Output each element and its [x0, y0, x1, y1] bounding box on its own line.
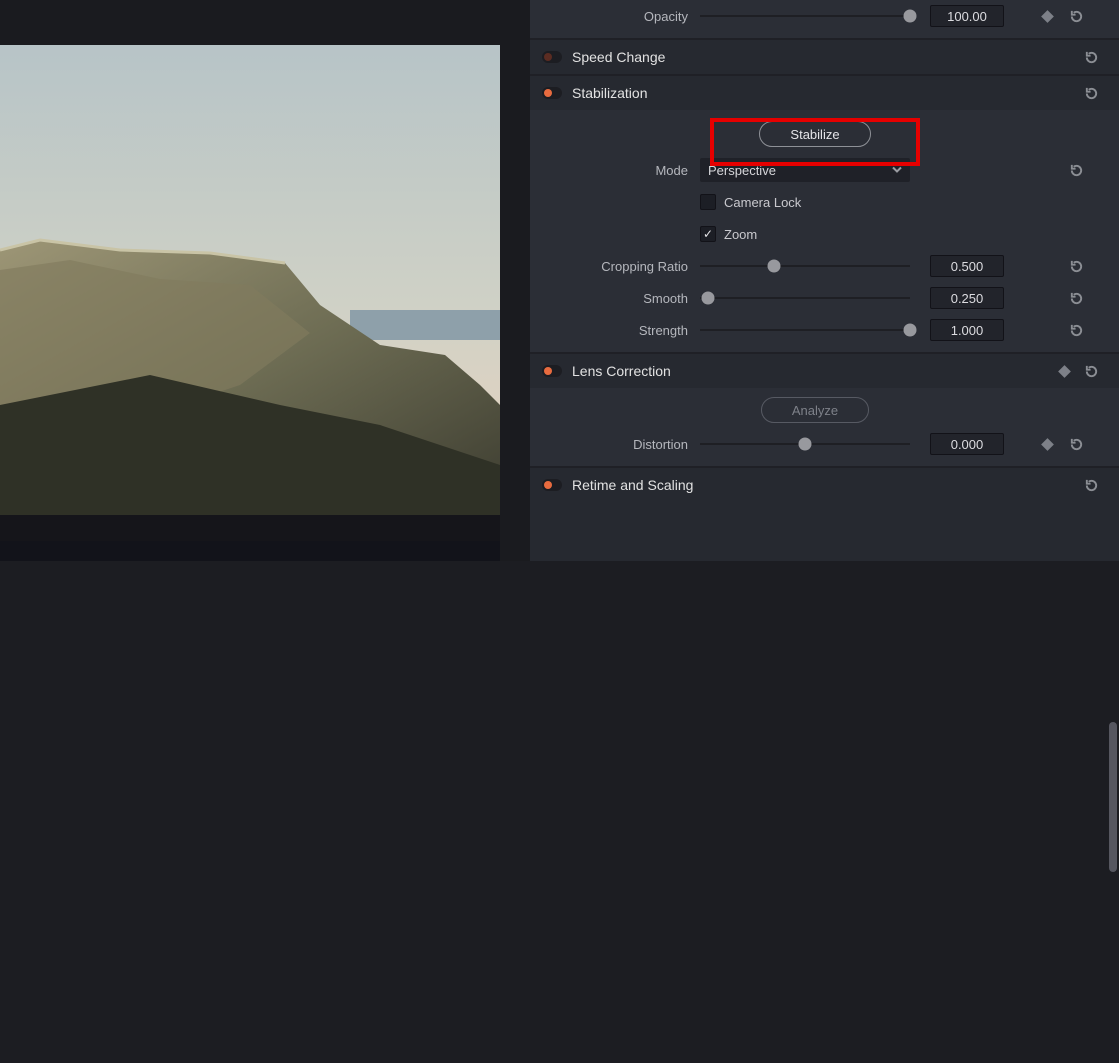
distortion-label: Distortion	[530, 437, 700, 452]
mode-dropdown[interactable]: Perspective	[700, 158, 910, 182]
keyframe-icon[interactable]	[1041, 438, 1054, 451]
stabilize-button[interactable]: Stabilize	[759, 121, 870, 147]
retime-scaling-header[interactable]: Retime and Scaling	[530, 468, 1119, 502]
viewer-bottom-bar	[0, 541, 500, 561]
mode-row: Mode Perspective	[530, 154, 1119, 186]
reset-icon[interactable]	[1083, 477, 1099, 493]
reset-icon[interactable]	[1083, 363, 1099, 379]
smooth-label: Smooth	[530, 291, 700, 306]
mode-label: Mode	[530, 163, 700, 178]
viewer-column	[0, 0, 500, 561]
speed-change-title: Speed Change	[572, 49, 665, 65]
strength-label: Strength	[530, 323, 700, 338]
reset-icon[interactable]	[1068, 162, 1084, 178]
lens-correction-title: Lens Correction	[572, 363, 671, 379]
zoom-label: Zoom	[724, 227, 757, 242]
cropping-slider[interactable]	[700, 256, 910, 276]
retime-scaling-title: Retime and Scaling	[572, 477, 693, 493]
scrollbar-thumb[interactable]	[1109, 722, 1117, 872]
section-speed-change: Speed Change	[530, 40, 1119, 74]
opacity-label: Opacity	[530, 9, 700, 24]
strength-row: Strength 1.000	[530, 314, 1119, 346]
retime-scaling-toggle[interactable]	[542, 479, 562, 491]
mode-value: Perspective	[708, 163, 776, 178]
lens-correction-toggle[interactable]	[542, 365, 562, 377]
lens-correction-header[interactable]: Lens Correction	[530, 354, 1119, 388]
zoom-row: Zoom	[530, 218, 1119, 250]
cropping-value[interactable]: 0.500	[930, 255, 1004, 277]
keyframe-icon[interactable]	[1058, 365, 1071, 378]
stabilization-title: Stabilization	[572, 85, 648, 101]
stabilization-header[interactable]: Stabilization	[530, 76, 1119, 110]
inspector-panel: Opacity 100.00 Speed Change	[530, 0, 1119, 561]
cropping-label: Cropping Ratio	[530, 259, 700, 274]
inspector-scrollbar[interactable]	[1109, 502, 1117, 1063]
viewer-preview[interactable]	[0, 45, 500, 515]
zoom-checkbox[interactable]	[700, 226, 716, 242]
viewer-top-bar	[0, 0, 500, 45]
reset-icon[interactable]	[1068, 258, 1084, 274]
preview-image-placeholder	[0, 45, 500, 515]
smooth-row: Smooth 0.250	[530, 282, 1119, 314]
reset-icon[interactable]	[1083, 49, 1099, 65]
analyze-button[interactable]: Analyze	[761, 397, 869, 423]
section-lens-correction: Lens Correction Analyze Distortion	[530, 354, 1119, 466]
cropping-row: Cropping Ratio 0.500	[530, 250, 1119, 282]
distortion-row: Distortion 0.000	[530, 428, 1119, 460]
camera-lock-label: Camera Lock	[724, 195, 801, 210]
chevron-down-icon	[892, 163, 902, 178]
camera-lock-row: Camera Lock	[530, 186, 1119, 218]
camera-lock-checkbox[interactable]	[700, 194, 716, 210]
reset-icon[interactable]	[1068, 8, 1084, 24]
strength-value[interactable]: 1.000	[930, 319, 1004, 341]
reset-icon[interactable]	[1068, 322, 1084, 338]
reset-icon[interactable]	[1068, 290, 1084, 306]
speed-change-header[interactable]: Speed Change	[530, 40, 1119, 74]
distortion-value[interactable]: 0.000	[930, 433, 1004, 455]
opacity-value[interactable]: 100.00	[930, 5, 1004, 27]
smooth-value[interactable]: 0.250	[930, 287, 1004, 309]
stabilization-toggle[interactable]	[542, 87, 562, 99]
section-stabilization: Stabilization Stabilize Mode Perspect	[530, 76, 1119, 352]
speed-change-toggle[interactable]	[542, 51, 562, 63]
column-separator	[500, 0, 530, 561]
strength-slider[interactable]	[700, 320, 910, 340]
opacity-slider[interactable]	[700, 6, 910, 26]
distortion-slider[interactable]	[700, 434, 910, 454]
reset-icon[interactable]	[1083, 85, 1099, 101]
opacity-row: Opacity 100.00	[530, 0, 1119, 32]
section-retime-scaling: Retime and Scaling	[530, 468, 1119, 502]
keyframe-icon[interactable]	[1041, 10, 1054, 23]
smooth-slider[interactable]	[700, 288, 910, 308]
reset-icon[interactable]	[1068, 436, 1084, 452]
